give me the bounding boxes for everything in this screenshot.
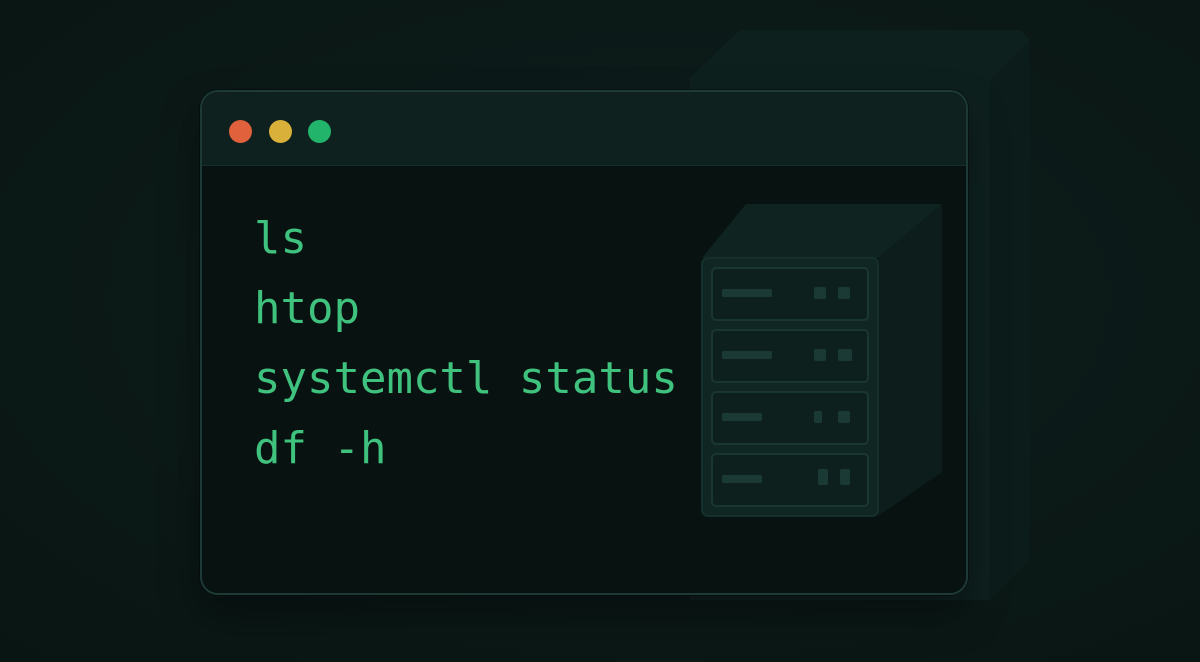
command-line: systemctl status xyxy=(254,353,678,404)
command-list: ls htop systemctl status df -h xyxy=(254,204,678,484)
title-bar[interactable] xyxy=(202,92,966,166)
command-line: htop xyxy=(254,283,360,334)
maximize-dot-icon[interactable] xyxy=(308,120,331,143)
close-dot-icon[interactable] xyxy=(229,120,252,143)
command-line: df -h xyxy=(254,423,387,474)
scene: ls htop systemctl status df -h xyxy=(0,0,1200,662)
terminal-window[interactable]: ls htop systemctl status df -h xyxy=(200,90,968,595)
minimize-dot-icon[interactable] xyxy=(269,120,292,143)
command-line: ls xyxy=(254,213,307,264)
